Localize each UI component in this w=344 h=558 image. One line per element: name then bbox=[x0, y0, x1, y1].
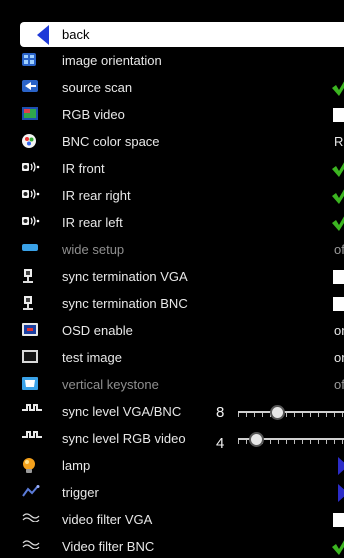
menu-item-ir-rear-right[interactable]: IR rear right bbox=[0, 182, 344, 209]
slider-handle[interactable] bbox=[270, 405, 286, 420]
menu-item-label: sync level RGB video bbox=[62, 431, 186, 446]
back-label: back bbox=[62, 27, 90, 42]
menu-item-lamp[interactable]: lamp bbox=[0, 452, 344, 479]
menu-item-label: vertical keystone bbox=[62, 377, 159, 392]
menu-item-sync-level-rgb-video[interactable]: sync level RGB video 4 bbox=[0, 425, 344, 452]
checkmark-icon[interactable] bbox=[331, 77, 344, 97]
menu-item-label: IR front bbox=[62, 161, 105, 176]
lamp-icon bbox=[22, 458, 38, 473]
wide-setup-icon bbox=[22, 242, 38, 256]
image-orientation-icon bbox=[22, 53, 38, 67]
ir-sensor-icon bbox=[22, 215, 40, 229]
sync-level-icon bbox=[22, 404, 42, 418]
menu-item-bnc-color-space[interactable]: BNC color space RGB bbox=[0, 128, 344, 155]
checkmark-icon[interactable] bbox=[331, 185, 344, 205]
menu-item-sync-termination-vga[interactable]: sync termination VGA bbox=[0, 263, 344, 290]
menu-item-label: trigger bbox=[62, 485, 99, 500]
checkbox[interactable] bbox=[333, 108, 344, 122]
menu-item-osd-enable[interactable]: OSD enable on bbox=[0, 317, 344, 344]
setting-value[interactable]: RGB bbox=[334, 134, 344, 149]
menu-item-label: lamp bbox=[62, 458, 91, 473]
sync-termination-icon bbox=[22, 296, 38, 310]
menu-item-label: OSD enable bbox=[62, 323, 133, 338]
menu-item-source-scan[interactable]: source scan bbox=[0, 74, 344, 101]
projector-osd-menu: back image orientation source scan RGB vid… bbox=[0, 0, 344, 558]
rgb-video-icon bbox=[22, 107, 38, 121]
slider-value: 4 bbox=[216, 435, 225, 452]
video-filter-icon bbox=[22, 539, 40, 553]
menu-item-video-filter-vga[interactable]: video filter VGA bbox=[0, 506, 344, 533]
slider-ticks bbox=[238, 413, 344, 417]
ir-sensor-icon bbox=[22, 188, 40, 202]
menu-item-label: sync termination VGA bbox=[62, 269, 188, 284]
trigger-icon bbox=[22, 485, 40, 499]
checkmark-icon[interactable] bbox=[331, 158, 344, 178]
menu-item-label: IR rear right bbox=[62, 188, 131, 203]
menu-item-label: test image bbox=[62, 350, 122, 365]
menu-item-label: IR rear left bbox=[62, 215, 123, 230]
menu-item-test-image[interactable]: test image on bbox=[0, 344, 344, 371]
menu-item-label: Video filter BNC bbox=[62, 539, 155, 554]
checkbox[interactable] bbox=[333, 270, 344, 284]
test-image-icon bbox=[22, 350, 38, 364]
submenu-arrow-icon[interactable] bbox=[338, 457, 344, 475]
menu-item-wide-setup: wide setup off bbox=[0, 236, 344, 263]
menu-item-image-orientation[interactable]: image orientation bbox=[0, 47, 344, 74]
slider-handle[interactable] bbox=[249, 432, 265, 447]
menu-item-label: sync level VGA/BNC bbox=[62, 404, 182, 419]
menu-item-label: video filter VGA bbox=[62, 512, 153, 527]
ir-sensor-icon bbox=[22, 161, 40, 175]
color-space-icon bbox=[22, 134, 38, 148]
video-filter-icon bbox=[22, 512, 40, 526]
slider-track[interactable] bbox=[238, 411, 344, 413]
menu-item-label: image orientation bbox=[62, 53, 162, 68]
checkmark-icon[interactable] bbox=[331, 536, 344, 556]
back-button[interactable]: back bbox=[20, 22, 344, 47]
setting-value[interactable]: on bbox=[334, 323, 344, 338]
setting-value[interactable]: off bbox=[334, 242, 344, 257]
menu-item-label: RGB video bbox=[62, 107, 125, 122]
menu-item-trigger[interactable]: trigger bbox=[0, 479, 344, 506]
slider-value: 8 bbox=[216, 404, 225, 421]
menu-item-sync-level-vga-bnc[interactable]: sync level VGA/BNC 8 bbox=[0, 398, 344, 425]
menu-item-sync-termination-bnc[interactable]: sync termination BNC bbox=[0, 290, 344, 317]
back-arrow-icon bbox=[37, 25, 49, 45]
menu-item-ir-front[interactable]: IR front bbox=[0, 155, 344, 182]
setting-value[interactable]: on bbox=[334, 350, 344, 365]
menu-item-label: BNC color space bbox=[62, 134, 160, 149]
osd-icon bbox=[22, 323, 38, 337]
menu-item-video-filter-bnc[interactable]: Video filter BNC bbox=[0, 533, 344, 558]
menu-item-label: sync termination BNC bbox=[62, 296, 188, 311]
menu-item-label: source scan bbox=[62, 80, 133, 95]
menu-item-ir-rear-left[interactable]: IR rear left bbox=[0, 209, 344, 236]
sync-termination-icon bbox=[22, 269, 38, 283]
setting-value[interactable]: off bbox=[334, 377, 344, 392]
checkmark-icon[interactable] bbox=[331, 212, 344, 232]
sync-level-icon bbox=[22, 431, 42, 445]
keystone-icon bbox=[22, 377, 38, 391]
submenu-arrow-icon[interactable] bbox=[338, 484, 344, 502]
menu-item-rgb-video[interactable]: RGB video bbox=[0, 101, 344, 128]
checkbox[interactable] bbox=[333, 513, 344, 527]
menu-item-label: wide setup bbox=[62, 242, 125, 257]
source-scan-icon bbox=[22, 80, 38, 94]
menu-item-vertical-keystone: vertical keystone off bbox=[0, 371, 344, 398]
checkbox[interactable] bbox=[333, 297, 344, 311]
